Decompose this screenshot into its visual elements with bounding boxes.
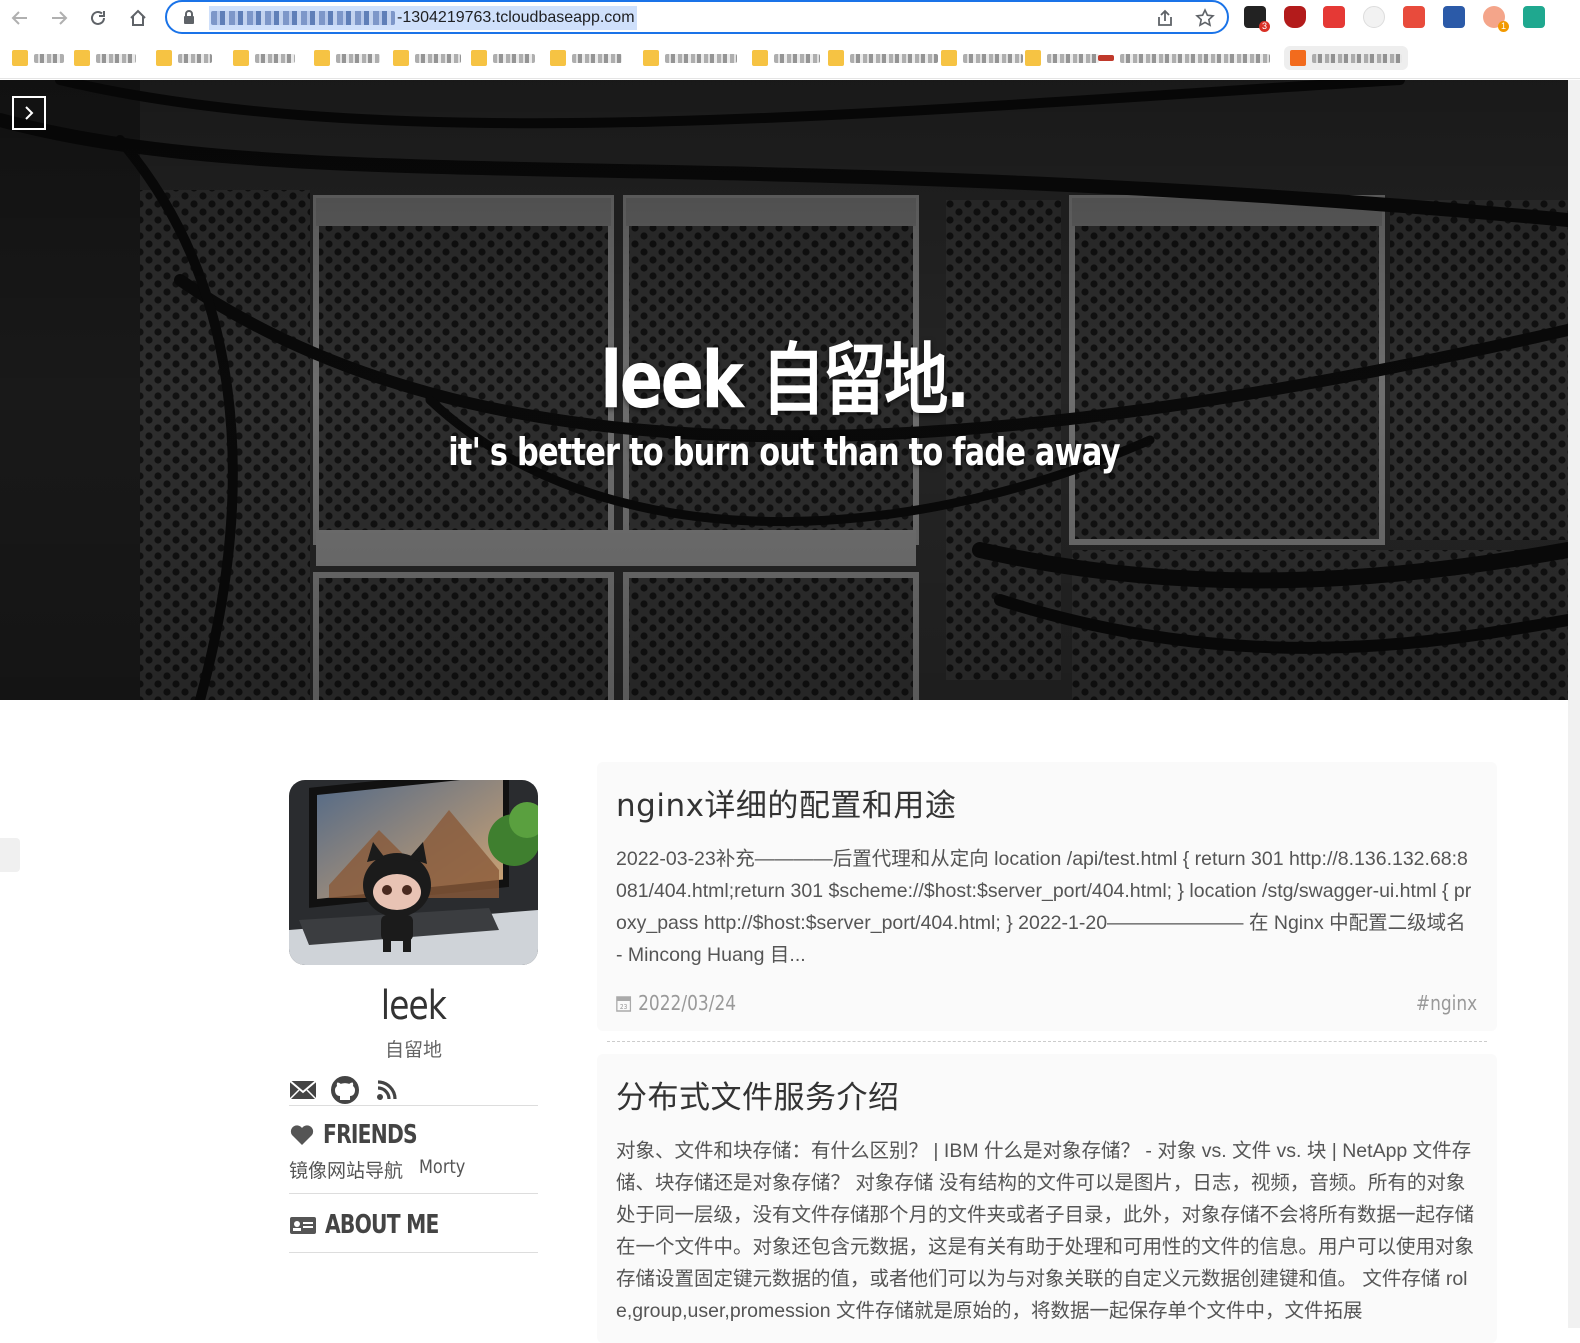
friends-links: 镜像网站导航 Morty xyxy=(289,1156,538,1183)
post-date: 23 2022/03/24 xyxy=(616,991,736,1015)
octocat-photo xyxy=(289,780,538,965)
bookmark-item[interactable] xyxy=(941,49,1023,67)
folder-icon xyxy=(471,50,487,66)
sidebar-toggle-button[interactable] xyxy=(12,96,46,130)
friend-link-mirror-nav[interactable]: 镜像网站导航 xyxy=(289,1156,403,1183)
about-section: ABOUT ME xyxy=(289,1194,538,1253)
bookmark-item[interactable] xyxy=(233,49,295,67)
fe-helper-icon[interactable] xyxy=(1323,6,1345,28)
social-links xyxy=(289,1076,538,1106)
heart-icon xyxy=(290,1125,314,1145)
rss-icon[interactable] xyxy=(373,1076,401,1104)
folder-icon xyxy=(752,50,768,66)
share-icon[interactable] xyxy=(1155,8,1175,28)
folder-icon xyxy=(12,50,28,66)
avatar xyxy=(289,780,538,965)
email-icon[interactable] xyxy=(289,1076,317,1104)
folder-icon xyxy=(156,50,172,66)
home-icon[interactable] xyxy=(124,4,152,32)
bookmark-item[interactable] xyxy=(393,49,461,67)
bookmark-item[interactable] xyxy=(550,49,622,67)
about-me-link[interactable]: ABOUT ME xyxy=(289,1210,538,1240)
extension-icon-1[interactable]: 3 xyxy=(1244,6,1270,32)
notes-extension-icon[interactable] xyxy=(1403,6,1425,28)
s-extension-icon[interactable] xyxy=(1523,6,1545,28)
blurred-url-part xyxy=(211,10,395,25)
profile-name: leek xyxy=(380,983,447,1029)
bookmark-item[interactable] xyxy=(314,49,380,67)
folder-icon xyxy=(74,50,90,66)
bookmark-item[interactable] xyxy=(828,49,938,67)
bookmark-item[interactable] xyxy=(1284,46,1408,70)
folder-icon xyxy=(393,50,409,66)
folder-icon xyxy=(550,50,566,66)
bookmarks-bar xyxy=(0,40,1580,74)
back-icon[interactable] xyxy=(6,4,34,32)
chat-extension-icon[interactable]: 1 xyxy=(1483,6,1509,32)
bookmark-item[interactable] xyxy=(1098,49,1270,67)
folder-icon xyxy=(233,50,249,66)
calendar-icon: 23 xyxy=(616,996,632,1012)
post-title[interactable]: nginx详细的配置和用途 xyxy=(616,780,1477,825)
friend-link-morty[interactable]: Morty xyxy=(419,1156,465,1183)
bookmark-item[interactable] xyxy=(1025,49,1099,67)
site-icon xyxy=(1290,50,1306,66)
lock-icon[interactable] xyxy=(183,10,195,24)
post-divider xyxy=(607,1041,1487,1042)
browser-toolbar: -1304219763.tcloudbaseapp.com 3 1 xyxy=(0,0,1580,36)
github-icon[interactable] xyxy=(331,1076,359,1104)
svg-text:23: 23 xyxy=(620,1003,628,1012)
site-title: leek 自留地. xyxy=(600,336,970,426)
hero-banner: leek 自留地. it' s better to burn out than … xyxy=(0,80,1568,700)
site-icon xyxy=(1098,55,1114,61)
bookmark-item[interactable] xyxy=(752,49,820,67)
folder-icon xyxy=(643,50,659,66)
bookmark-item[interactable] xyxy=(643,49,737,67)
site-subtitle: it' s better to burn out than to fade aw… xyxy=(448,430,1120,474)
post-title[interactable]: 分布式文件服务介绍 xyxy=(616,1072,1477,1117)
post-card[interactable]: nginx详细的配置和用途 2022-03-23补充————后置代理和从定向 l… xyxy=(597,762,1497,1031)
left-edge-widget[interactable] xyxy=(0,838,20,872)
word-extension-icon[interactable] xyxy=(1443,6,1465,28)
chevron-right-icon xyxy=(25,106,34,120)
folder-icon xyxy=(941,50,957,66)
post-list: nginx详细的配置和用途 2022-03-23补充————后置代理和从定向 l… xyxy=(597,762,1497,1343)
folder-icon xyxy=(314,50,330,66)
bookmark-item[interactable] xyxy=(12,49,64,67)
folder-icon xyxy=(1025,50,1041,66)
id-card-icon xyxy=(290,1217,316,1234)
profile-tagline: 自留地 xyxy=(384,1040,442,1061)
page-scrollbar[interactable] xyxy=(1568,80,1580,1328)
friends-heading: FRIENDS xyxy=(289,1120,538,1150)
reload-icon[interactable] xyxy=(84,4,112,32)
post-tag[interactable]: #nginx xyxy=(1416,991,1477,1015)
url-text[interactable]: -1304219763.tcloudbaseapp.com xyxy=(209,6,637,30)
post-excerpt: 对象、文件和块存储：有什么区别？ | IBM 什么是对象存储？ - 对象 vs.… xyxy=(616,1140,1475,1322)
browser-chrome: -1304219763.tcloudbaseapp.com 3 1 xyxy=(0,0,1580,79)
profile-sidebar: leek 自留地 FRIENDS 镜像网站导航 Morty ABOUT ME xyxy=(289,780,538,1253)
bookmark-item[interactable] xyxy=(471,49,535,67)
bookmark-star-icon[interactable] xyxy=(1195,8,1215,28)
forward-icon[interactable] xyxy=(45,4,73,32)
post-excerpt: 2022-03-23补充————后置代理和从定向 location /api/t… xyxy=(616,848,1472,966)
ublock-icon[interactable] xyxy=(1284,6,1306,28)
folder-icon xyxy=(828,50,844,66)
compass-extension-icon[interactable] xyxy=(1363,6,1385,28)
post-card[interactable]: 分布式文件服务介绍 对象、文件和块存储：有什么区别？ | IBM 什么是对象存储… xyxy=(597,1054,1497,1343)
bookmark-item[interactable] xyxy=(74,49,136,67)
address-bar[interactable]: -1304219763.tcloudbaseapp.com xyxy=(165,0,1229,34)
friends-section: FRIENDS 镜像网站导航 Morty xyxy=(289,1106,538,1194)
post-meta: 23 2022/03/24 #nginx xyxy=(616,991,1477,1015)
bookmark-item[interactable] xyxy=(156,49,212,67)
